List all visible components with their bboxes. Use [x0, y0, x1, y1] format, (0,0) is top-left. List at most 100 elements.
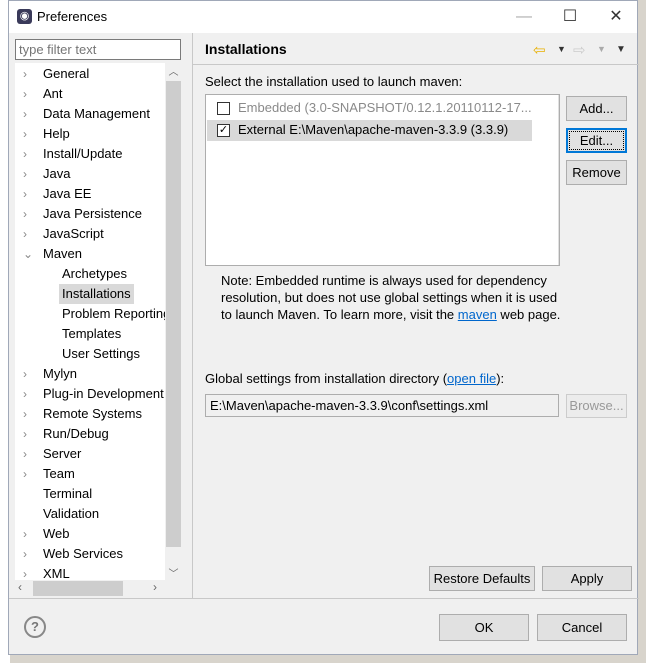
help-icon[interactable]: ?	[24, 616, 46, 638]
chevron-right-icon[interactable]: ›	[23, 204, 33, 224]
tree-item-label: Server	[43, 446, 82, 461]
chevron-right-icon[interactable]: ›	[23, 424, 33, 444]
tree-item[interactable]: › General	[15, 64, 175, 84]
tree-item[interactable]: › Plug-in Development	[15, 384, 175, 404]
tree-item-label: Mylyn	[43, 366, 77, 381]
tree-item-label: Plug-in Development	[43, 386, 164, 401]
chevron-right-icon[interactable]: ›	[23, 184, 33, 204]
chevron-right-icon[interactable]: ›	[23, 124, 33, 144]
tree-item[interactable]: ⌄ Maven	[15, 244, 175, 264]
preferences-dialog: ◉ Preferences — ☐ ✕ › General › Ant › Data Ma…	[8, 0, 639, 655]
chevron-right-icon[interactable]: ›	[23, 384, 33, 404]
eclipse-icon: ◉	[17, 9, 32, 24]
chevron-right-icon[interactable]: ›	[23, 104, 33, 124]
tree-horizontal-scrollbar[interactable]: ‹ ›	[15, 580, 165, 597]
chevron-right-icon[interactable]: ›	[23, 404, 33, 424]
tree-item-label: General	[43, 66, 90, 81]
tree-vertical-scrollbar[interactable]: ︿ ﹀	[165, 63, 182, 580]
scroll-thumb[interactable]	[166, 81, 181, 547]
tree-item-label: Remote Systems	[43, 406, 142, 421]
ok-button[interactable]: OK	[439, 614, 529, 641]
window-title: Preferences	[37, 9, 108, 24]
apply-button[interactable]: Apply	[542, 566, 632, 591]
chevron-down-icon[interactable]: ⌄	[23, 244, 33, 264]
edit-button[interactable]: Edit...	[566, 128, 627, 153]
global-settings-field[interactable]: E:\Maven\apache-maven-3.3.9\conf\setting…	[205, 394, 559, 417]
tree-item-label: User Settings	[62, 346, 141, 361]
global-settings-label: Global settings from installation direct…	[205, 371, 504, 386]
chevron-right-icon[interactable]: ›	[23, 564, 33, 580]
tree-item[interactable]: Terminal	[15, 484, 175, 504]
tree-item[interactable]: › Web	[15, 524, 175, 544]
tree-item[interactable]: › Run/Debug	[15, 424, 175, 444]
note-text: Note: Embedded runtime is always used fo…	[221, 272, 561, 323]
tree-item[interactable]: › Team	[15, 464, 175, 484]
close-button[interactable]: ✕	[601, 5, 631, 29]
back-dropdown-icon[interactable]: ▼	[557, 44, 566, 54]
tree-item-label: Data Management	[43, 106, 150, 121]
cancel-button[interactable]: Cancel	[537, 614, 627, 641]
tree-item[interactable]: › Java Persistence	[15, 204, 175, 224]
tree-item[interactable]: › Data Management	[15, 104, 175, 124]
remove-button[interactable]: Remove	[566, 160, 627, 185]
tree-item-label: Validation	[43, 506, 100, 521]
add-button[interactable]: Add...	[566, 96, 627, 121]
hscroll-thumb[interactable]	[33, 581, 123, 596]
open-file-link[interactable]: open file	[447, 371, 496, 386]
tree-item[interactable]: › Remote Systems	[15, 404, 175, 424]
scroll-left-icon[interactable]: ‹	[18, 580, 22, 594]
browse-button[interactable]: Browse...	[566, 394, 627, 418]
maven-link[interactable]: maven	[458, 307, 497, 322]
tree-item-label: Templates	[62, 326, 122, 341]
chevron-right-icon[interactable]: ›	[23, 224, 33, 244]
page-title: Installations	[205, 41, 287, 57]
scroll-down-icon[interactable]: ﹀	[165, 565, 182, 580]
chevron-right-icon[interactable]: ›	[23, 544, 33, 564]
filter-input[interactable]	[15, 39, 181, 60]
maximize-button[interactable]: ☐	[555, 5, 585, 29]
tree-item[interactable]: Archetypes	[15, 264, 175, 284]
tree-item[interactable]: Problem Reporting	[15, 304, 175, 324]
chevron-right-icon[interactable]: ›	[23, 84, 33, 104]
forward-arrow-icon[interactable]: ⇨	[573, 41, 586, 59]
forward-dropdown-icon[interactable]: ▼	[597, 44, 606, 54]
chevron-right-icon[interactable]: ›	[23, 144, 33, 164]
global-label-text: Global settings from installation direct…	[205, 371, 448, 386]
tree-item-label: Team	[43, 466, 75, 481]
tree-item[interactable]: Validation	[15, 504, 175, 524]
tree-item[interactable]: Templates	[15, 324, 175, 344]
tree-item[interactable]: Installations	[15, 284, 175, 304]
select-label: Select the installation used to launch m…	[205, 74, 463, 89]
chevron-right-icon[interactable]: ›	[23, 364, 33, 384]
chevron-right-icon[interactable]: ›	[23, 444, 33, 464]
tree-item[interactable]: › Help	[15, 124, 175, 144]
tree-item[interactable]: › Install/Update	[15, 144, 175, 164]
restore-defaults-button[interactable]: Restore Defaults	[429, 566, 535, 591]
chevron-right-icon[interactable]: ›	[23, 64, 33, 84]
tree-item[interactable]: › Server	[15, 444, 175, 464]
back-arrow-icon[interactable]: ⇦	[533, 41, 546, 59]
footer-divider	[9, 598, 639, 599]
tree-item[interactable]: › Java EE	[15, 184, 175, 204]
tree-item[interactable]: › Ant	[15, 84, 175, 104]
installation-label: Embedded (3.0-SNAPSHOT/0.12.1.20110112-1…	[238, 100, 532, 115]
tree-item[interactable]: › Web Services	[15, 544, 175, 564]
checkbox-checked[interactable]: ✓	[217, 124, 230, 137]
title-bar: ◉ Preferences — ☐ ✕	[9, 1, 637, 33]
checkbox[interactable]	[217, 102, 230, 115]
minimize-button[interactable]: —	[509, 5, 539, 29]
tree-item[interactable]: › XML	[15, 564, 175, 580]
chevron-right-icon[interactable]: ›	[23, 524, 33, 544]
tree-item[interactable]: User Settings	[15, 344, 175, 364]
tree-item[interactable]: › Mylyn	[15, 364, 175, 384]
scroll-up-icon[interactable]: ︿	[165, 63, 182, 78]
view-menu-icon[interactable]: ▼	[616, 44, 626, 55]
scroll-right-icon[interactable]: ›	[153, 580, 157, 594]
tree-item-label: Run/Debug	[43, 426, 109, 441]
chevron-right-icon[interactable]: ›	[23, 464, 33, 484]
tree-item[interactable]: › JavaScript	[15, 224, 175, 244]
chevron-right-icon[interactable]: ›	[23, 164, 33, 184]
installation-row-selected[interactable]: ✓ External E:\Maven\apache-maven-3.3.9 (…	[207, 120, 532, 141]
installation-row[interactable]: Embedded (3.0-SNAPSHOT/0.12.1.20110112-1…	[207, 98, 532, 118]
tree-item[interactable]: › Java	[15, 164, 175, 184]
